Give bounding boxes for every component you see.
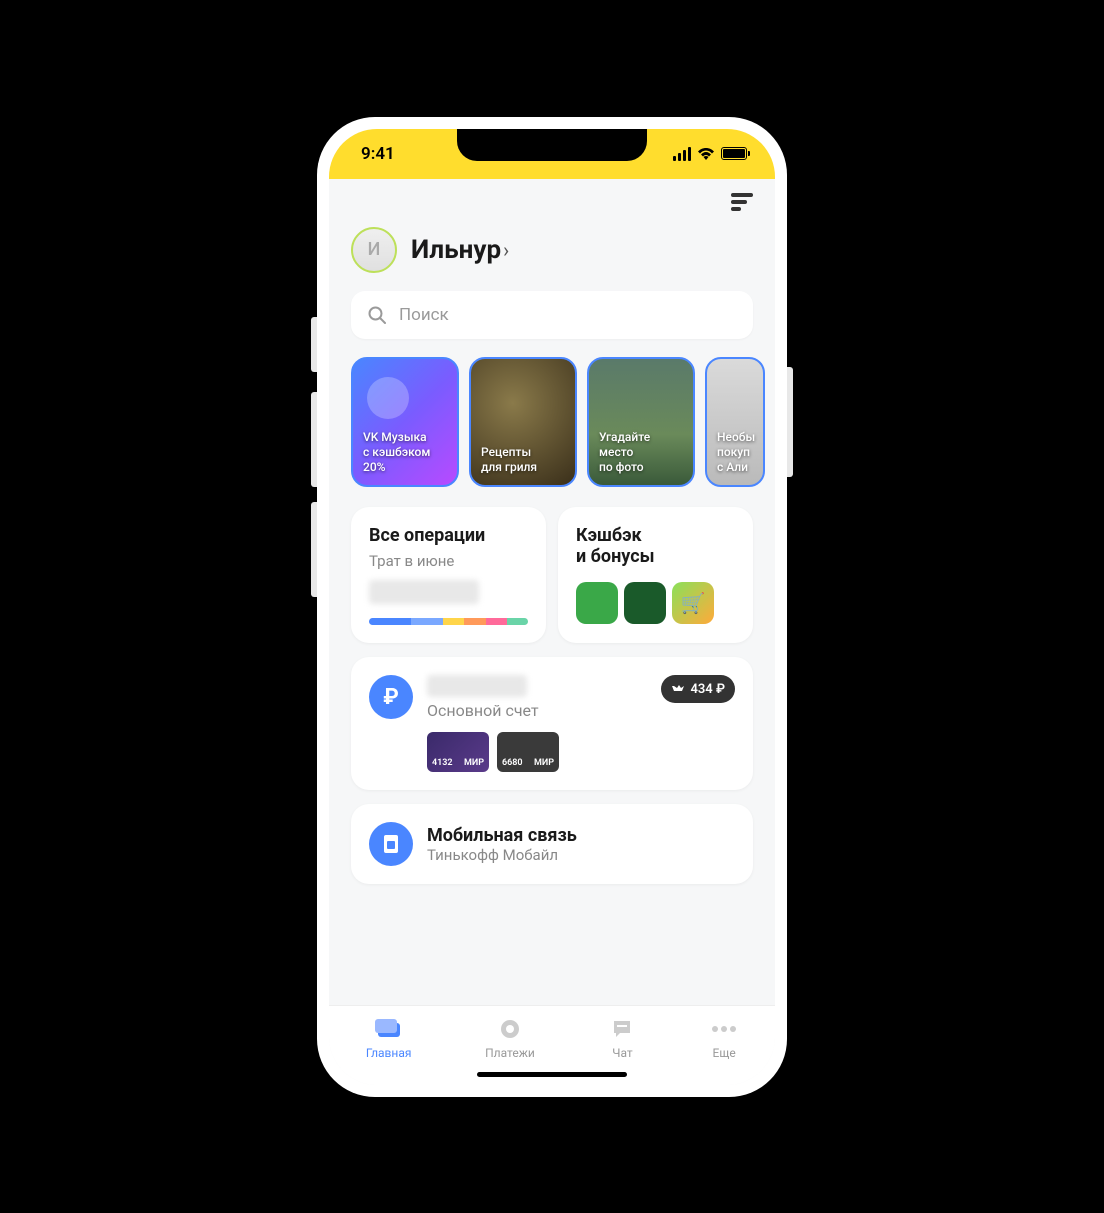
notch	[457, 129, 647, 161]
search-input[interactable]: Поиск	[351, 291, 753, 339]
tab-more[interactable]: Еще	[710, 1016, 738, 1085]
content: И Ильнур › Поиск VK Музыка с кэшбэком 20…	[329, 179, 775, 1005]
blurred-amount	[369, 580, 479, 604]
story-card[interactable]: Рецепты для гриля	[469, 357, 577, 487]
filter-icon[interactable]	[731, 193, 753, 211]
card-last4: 6680	[502, 758, 523, 768]
mobile-card[interactable]: Мобильная связь Тинькофф Мобайл	[351, 804, 753, 884]
spending-bar	[369, 618, 528, 625]
tab-label: Чат	[612, 1046, 632, 1060]
card-title: Все операции	[369, 525, 528, 547]
payments-icon	[496, 1016, 524, 1042]
search-placeholder: Поиск	[399, 305, 449, 325]
story-card[interactable]: Угадайте место по фото	[587, 357, 695, 487]
profile-name-text: Ильнур	[411, 235, 501, 265]
chat-icon	[608, 1016, 636, 1042]
tab-home[interactable]: Главная	[366, 1016, 412, 1085]
card-title: Кэшбэк и бонусы	[576, 525, 735, 568]
sim-icon	[369, 822, 413, 866]
badge-amount: 434 ₽	[690, 682, 725, 697]
card-system: МИР	[534, 758, 554, 768]
card-subtitle: Трат в июне	[369, 552, 528, 570]
cashback-card[interactable]: Кэшбэк и бонусы 🛒	[558, 507, 753, 644]
home-icon	[375, 1016, 403, 1042]
cards-row: 4132 МИР 6680 МИР	[427, 732, 647, 772]
story-card[interactable]: VK Музыка с кэшбэком 20%	[351, 357, 459, 487]
chevron-right-icon: ›	[503, 238, 509, 262]
status-time: 9:41	[361, 144, 395, 164]
card-last4: 4132	[432, 758, 453, 768]
story-text: Необы покуп с Али	[717, 430, 755, 475]
stories-row[interactable]: VK Музыка с кэшбэком 20% Рецепты для гри…	[329, 357, 775, 507]
bonus-badge[interactable]: 434 ₽	[661, 675, 735, 703]
bonus-icon	[576, 582, 618, 624]
tab-label: Еще	[713, 1046, 736, 1060]
tab-label: Главная	[366, 1046, 412, 1060]
account-label: Основной счет	[427, 701, 647, 720]
bonus-icons: 🛒	[576, 582, 735, 624]
story-card[interactable]: Необы покуп с Али	[705, 357, 765, 487]
crown-icon	[671, 684, 685, 694]
story-text: Угадайте место по фото	[599, 430, 650, 475]
profile-name[interactable]: Ильнур ›	[411, 235, 509, 265]
battery-icon	[721, 147, 747, 160]
mobile-subtitle: Тинькофф Мобайл	[427, 846, 577, 864]
cart-icon: 🛒	[672, 582, 714, 624]
search-icon	[367, 305, 387, 325]
mobile-title: Мобильная связь	[427, 825, 577, 846]
cellular-icon	[673, 147, 691, 161]
more-icon	[710, 1016, 738, 1042]
bonus-icon	[624, 582, 666, 624]
tab-bar: Главная Платежи Чат Еще	[329, 1005, 775, 1085]
card-system: МИР	[464, 758, 484, 768]
tab-label: Платежи	[485, 1046, 535, 1060]
story-text: VK Музыка с кэшбэком 20%	[363, 430, 430, 475]
avatar[interactable]: И	[351, 227, 397, 273]
phone-frame: 9:41 И Ильнур › Поиск	[317, 117, 787, 1097]
ruble-icon: ₽	[369, 675, 413, 719]
account-card[interactable]: ₽ Основной счет 4132 МИР 6680 МИР	[351, 657, 753, 790]
profile-row[interactable]: И Ильнур ›	[329, 219, 775, 291]
bank-card[interactable]: 6680 МИР	[497, 732, 559, 772]
story-text: Рецепты для гриля	[481, 445, 537, 475]
operations-card[interactable]: Все операции Трат в июне	[351, 507, 546, 644]
blurred-balance	[427, 675, 527, 697]
screen: 9:41 И Ильнур › Поиск	[329, 129, 775, 1085]
status-icons	[673, 147, 747, 161]
wifi-icon	[697, 147, 715, 160]
home-indicator[interactable]	[477, 1072, 627, 1077]
topbar	[329, 179, 775, 219]
bank-card[interactable]: 4132 МИР	[427, 732, 489, 772]
